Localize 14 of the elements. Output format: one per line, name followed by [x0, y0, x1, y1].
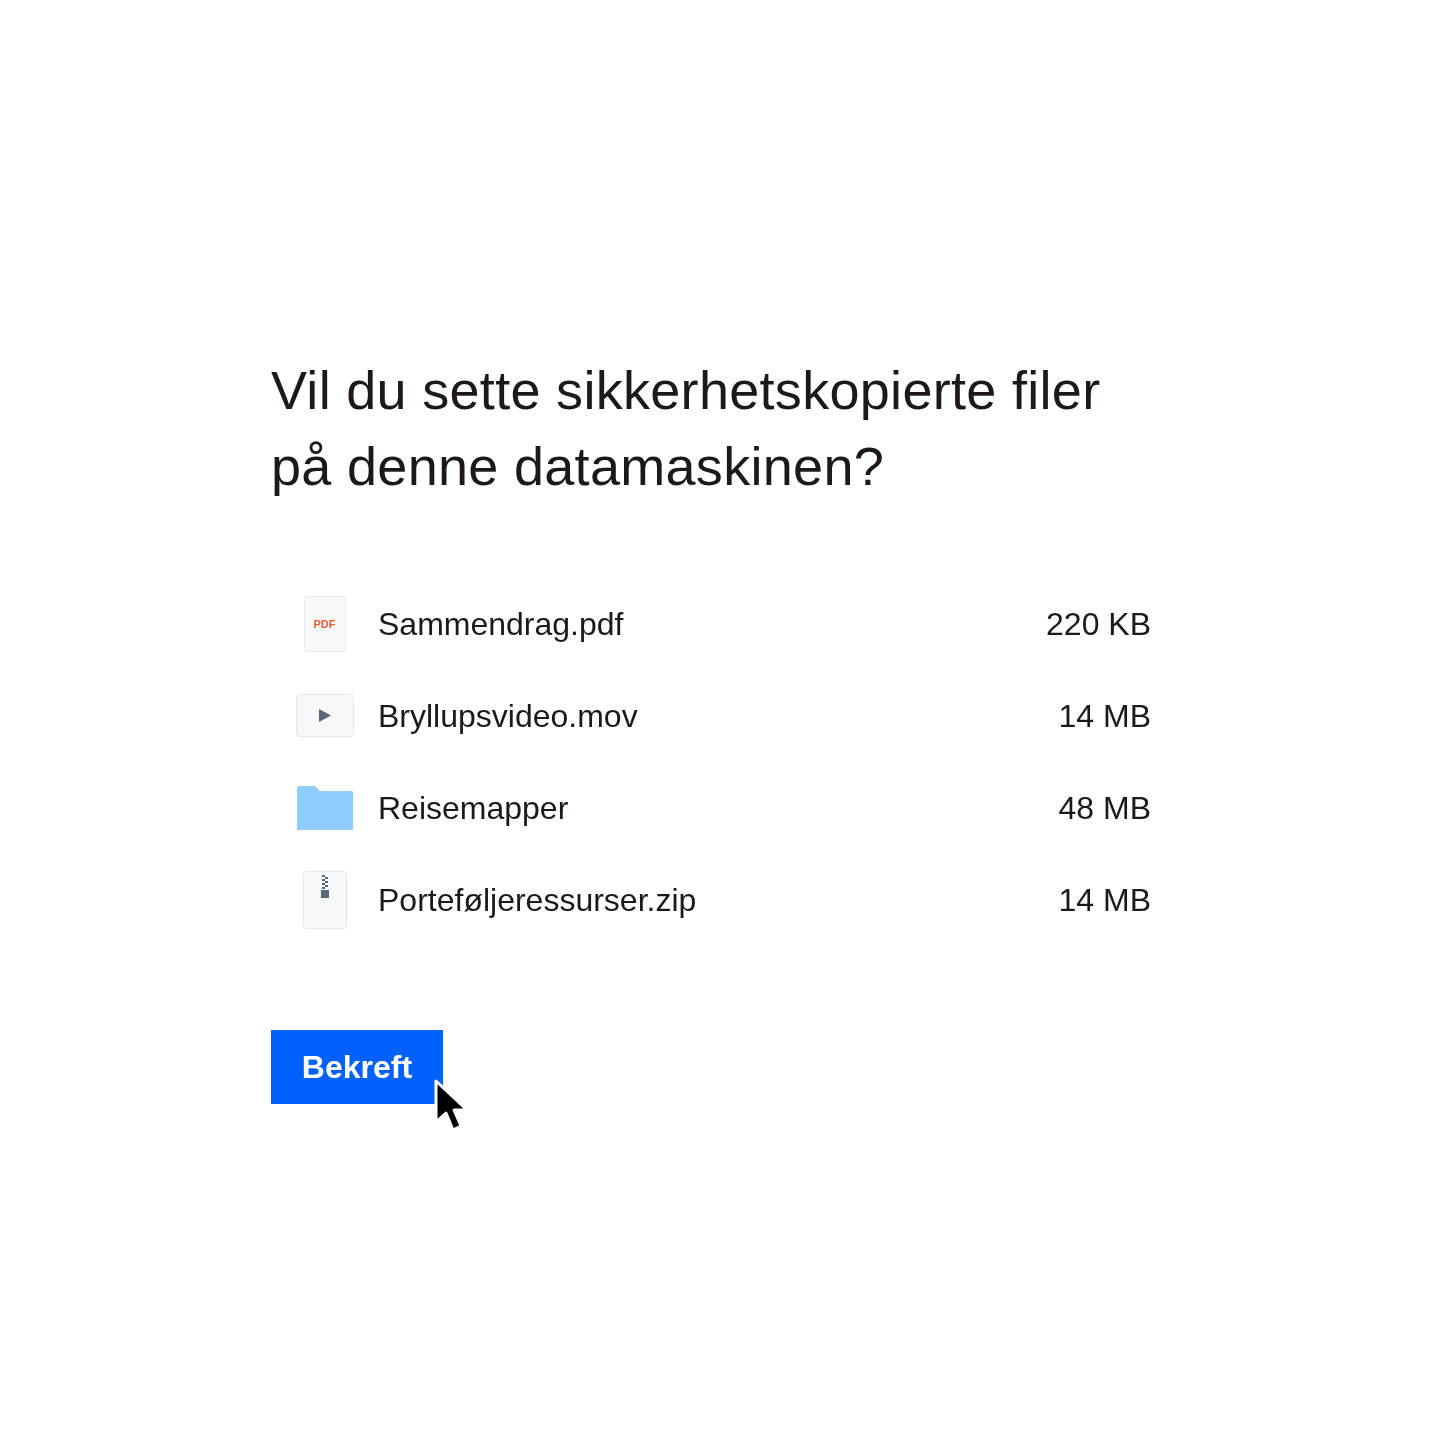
file-size: 14 MB [1058, 697, 1151, 735]
file-size: 48 MB [1058, 789, 1151, 827]
file-name: Bryllupsvideo.mov [378, 697, 639, 735]
dialog-title: Vil du sette sikkerhetskopierte filer på denne datamaskinen? [271, 359, 1102, 498]
file-name: Porteføljeressurser.zip [378, 881, 698, 919]
folder-icon [295, 785, 354, 831]
file-name: Reisemapper [378, 789, 570, 827]
confirm-button[interactable]: Bekreft [271, 1030, 443, 1104]
zip-file-icon [302, 871, 347, 929]
file-size: 220 KB [1046, 605, 1151, 643]
pdf-file-icon: PDF [303, 596, 346, 652]
video-file-icon [295, 694, 354, 738]
file-size: 14 MB [1058, 881, 1151, 919]
file-name: Sammendrag.pdf [378, 605, 625, 643]
